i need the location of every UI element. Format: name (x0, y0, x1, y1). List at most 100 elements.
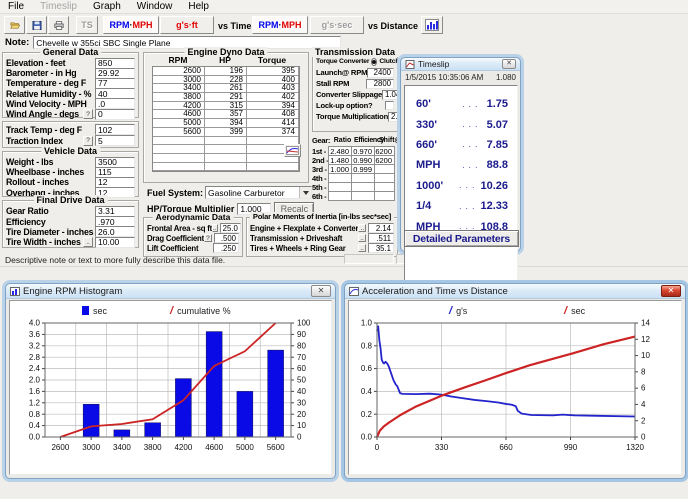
tire-width-input[interactable]: 10.00 (95, 237, 135, 248)
rpm-mph-vs-distance-button[interactable]: RPM·MPH (252, 16, 308, 34)
dyno-cell[interactable]: 5600 (153, 128, 205, 137)
dyno-cell[interactable]: 357 (205, 110, 247, 119)
legend-label: cumulative % (177, 306, 231, 316)
ellipsis-button[interactable]: .. (212, 224, 218, 232)
wind-angle-input[interactable]: 0 (95, 109, 135, 120)
ellipsis-button[interactable]: .. (358, 244, 366, 252)
svg-text:4: 4 (641, 400, 646, 409)
dyno-graph-button[interactable] (284, 144, 301, 157)
traction-index-input[interactable]: 5 (95, 135, 135, 146)
track-temp-input[interactable]: 102 (95, 124, 135, 135)
dyno-cell[interactable] (205, 137, 247, 146)
stall-rpm-input[interactable]: 2800 (366, 79, 394, 89)
dyno-cell[interactable] (205, 145, 247, 154)
gear-shift-cell[interactable] (374, 191, 395, 201)
accel-titlebar[interactable]: Acceleration and Time vs Distance ✕ (345, 284, 685, 299)
dyno-cell[interactable]: 408 (247, 110, 299, 119)
save-button[interactable] (26, 16, 47, 34)
vs-time-label: vs Time (218, 21, 251, 31)
drag-coefficient-input[interactable]: .500 (214, 233, 239, 243)
lift-coefficient-input[interactable]: .250 (213, 243, 239, 253)
rpm-mph-vs-time-button[interactable]: RPM·MPH (103, 16, 159, 34)
polar-title: Polar Moments of Inertia [in-lbs sec*sec… (250, 212, 394, 221)
dyno-cell[interactable] (205, 154, 247, 163)
histogram-graph-button[interactable] (421, 16, 443, 34)
mph-label: MPH (282, 20, 302, 30)
ts-label: 660' (416, 139, 454, 151)
field-label: Transmission + Driveshaft (250, 234, 358, 243)
dyno-cell[interactable]: 394 (205, 119, 247, 128)
menu-window[interactable]: Window (129, 0, 181, 13)
gear-ratio-input[interactable]: 3.31 (95, 206, 135, 217)
dyno-cell[interactable]: 402 (247, 93, 299, 102)
close-icon[interactable]: ✕ (661, 285, 681, 297)
dyno-cell[interactable]: 4200 (153, 102, 205, 111)
dyno-cell[interactable]: 2600 (153, 67, 205, 76)
close-icon[interactable]: ✕ (311, 285, 331, 297)
dyno-cell[interactable]: 403 (247, 84, 299, 93)
dyno-cell[interactable] (153, 163, 205, 172)
dyno-cell[interactable] (205, 163, 247, 172)
frontal-area-input[interactable]: 25.0 (220, 223, 241, 233)
dyno-cell[interactable]: 196 (205, 67, 247, 76)
svg-text:8: 8 (641, 367, 646, 376)
fuel-system-select[interactable]: Gasoline Carburetor (205, 186, 312, 199)
help-button[interactable]: ? (83, 136, 93, 146)
efficiency-input[interactable]: .970 (95, 216, 135, 227)
help-button[interactable]: ? (83, 109, 93, 119)
dyno-cell[interactable] (153, 154, 205, 163)
dyno-cell[interactable]: 228 (205, 76, 247, 85)
dyno-cell[interactable]: 374 (247, 128, 299, 137)
lockup-checkbox[interactable] (385, 101, 394, 110)
torque-converter-radio[interactable] (371, 58, 377, 66)
dyno-cell[interactable]: 394 (247, 102, 299, 111)
menu-help[interactable]: Help (180, 0, 217, 13)
legend-label: g's (456, 306, 467, 316)
legend-label: sec (93, 306, 107, 316)
menu-file[interactable]: File (0, 0, 32, 13)
tire-diameter-input[interactable]: 26.0 (95, 226, 135, 237)
dyno-cell[interactable]: 3400 (153, 84, 205, 93)
dyno-cell[interactable]: 414 (247, 119, 299, 128)
gs-ft-button[interactable]: g's·ft (160, 16, 214, 34)
dyno-cell[interactable]: 400 (247, 76, 299, 85)
transmission-inertia-input[interactable]: .511 (368, 233, 394, 243)
timeslip-titlebar[interactable]: Timeslip ✕ (401, 58, 520, 71)
dyno-cell[interactable]: 3000 (153, 76, 205, 85)
help-button[interactable]: ? (204, 234, 212, 242)
dyno-cell[interactable]: 4600 (153, 110, 205, 119)
ts-button[interactable]: TS (76, 16, 98, 34)
ellipsis-button[interactable]: .. (83, 237, 93, 247)
aero-title: Aerodynamic Data (153, 212, 234, 222)
dyno-cell[interactable]: 291 (205, 93, 247, 102)
gs-sec-button[interactable]: g's·sec (310, 16, 364, 34)
dyno-table: 2600196395 3000228400 3400261403 3800291… (152, 66, 300, 172)
clutch-label: Clutch (379, 58, 399, 65)
dyno-cell[interactable] (153, 145, 205, 154)
launch-rpm-input[interactable]: 2400 (367, 68, 394, 78)
menu-graph[interactable]: Graph (85, 0, 129, 13)
dyno-cell[interactable] (247, 163, 299, 172)
tires-inertia-input[interactable]: 35.1 (368, 243, 394, 253)
dyno-cell[interactable]: 399 (205, 128, 247, 137)
dyno-cell[interactable] (153, 137, 205, 146)
legend-label: sec (571, 306, 585, 316)
dyno-cell[interactable]: 3800 (153, 93, 205, 102)
field-label: Elevation - feet (6, 58, 95, 68)
dyno-cell[interactable]: 395 (247, 67, 299, 76)
detailed-parameters-button[interactable]: Detailed Parameters (404, 230, 519, 247)
histogram-titlebar[interactable]: Engine RPM Histogram ✕ (6, 284, 335, 299)
ellipsis-button[interactable]: .. (358, 224, 366, 232)
open-file-button[interactable] (4, 16, 25, 34)
engine-inertia-input[interactable]: 2.14 (368, 223, 394, 233)
chevron-down-icon[interactable] (299, 187, 311, 198)
gear-ratio-cell[interactable] (328, 191, 352, 201)
close-icon[interactable]: ✕ (502, 59, 516, 69)
gear-eff-cell[interactable] (351, 191, 375, 201)
dyno-cell[interactable]: 5000 (153, 119, 205, 128)
dyno-cell[interactable]: 315 (205, 102, 247, 111)
ellipsis-button[interactable]: .. (358, 234, 366, 242)
svg-text:0: 0 (297, 433, 302, 442)
dyno-cell[interactable]: 261 (205, 84, 247, 93)
print-button[interactable] (48, 16, 69, 34)
